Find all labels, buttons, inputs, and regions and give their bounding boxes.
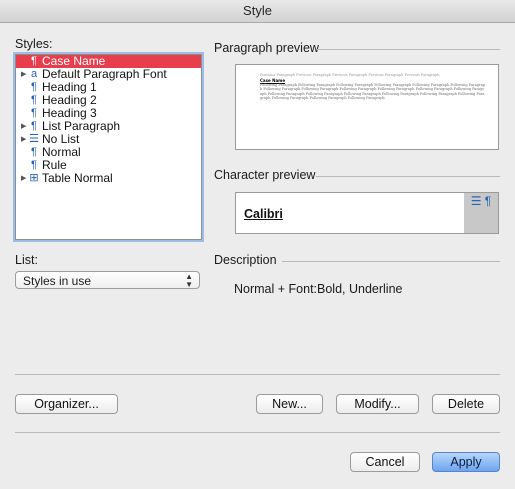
disclosure-triangle-icon[interactable]: ▶ xyxy=(21,120,28,133)
divider xyxy=(317,49,500,50)
paragraph-icon: ¶ xyxy=(31,94,37,106)
disclosure-triangle-icon[interactable]: ▶ xyxy=(21,68,28,81)
description-text: Normal + Font:Bold, Underline xyxy=(234,282,403,296)
table-style-icon: ⊞ xyxy=(29,172,39,184)
paragraph-icon: ¶ xyxy=(31,120,37,132)
character-preview-side-panel: ☰ ¶ xyxy=(464,193,498,233)
style-list-item-label: Normal xyxy=(42,145,81,159)
paragraph-preview-following-text: Following Paragraph Following Paragraph … xyxy=(260,82,486,101)
character-preview-sample: Calibri xyxy=(244,207,283,221)
paragraph-icon: ¶ xyxy=(31,146,37,158)
list-style-icon: ☰ xyxy=(29,133,39,145)
divider xyxy=(316,176,500,177)
style-list-item-label: Heading 2 xyxy=(42,93,97,107)
character-preview-box: Calibri ☰ ¶ xyxy=(235,192,499,234)
paragraph-icon: ¶ xyxy=(31,107,37,119)
divider xyxy=(15,374,500,375)
paragraph-preview-label: Paragraph preview xyxy=(214,41,319,55)
list-select-value: Styles in use xyxy=(23,274,92,288)
description-label: Description xyxy=(214,253,277,267)
window-title: Style xyxy=(243,3,272,18)
paragraph-preview-box: Previous Paragraph Previous Paragraph Pr… xyxy=(235,64,499,150)
style-list-item-label: Table Normal xyxy=(42,171,113,185)
style-list-item-label: Default Paragraph Font xyxy=(42,67,167,81)
new-style-button[interactable]: New... xyxy=(256,394,323,414)
delete-button[interactable]: Delete xyxy=(432,394,500,414)
paragraph-icon: ¶ xyxy=(31,81,37,93)
style-list-item[interactable]: ▶ ⊞ Table Normal xyxy=(16,172,201,185)
styles-label: Styles: xyxy=(15,37,53,51)
disclosure-triangle-icon[interactable]: ▶ xyxy=(21,172,28,185)
modify-button[interactable]: Modify... xyxy=(336,394,419,414)
list-select[interactable]: Styles in use ▲ ▼ xyxy=(15,271,200,289)
paragraph-icon: ¶ xyxy=(31,55,37,67)
updown-arrows-icon: ▲ ▼ xyxy=(185,272,193,289)
window-titlebar: Style xyxy=(0,0,515,23)
style-list-item-label: No List xyxy=(42,132,80,146)
styles-list[interactable]: ¶ Case Name ▶ a Default Paragraph Font ¶ Headi… xyxy=(15,54,202,240)
paragraph-icon: ¶ xyxy=(31,159,37,171)
style-list-item-label: Heading 3 xyxy=(42,106,97,120)
style-list-item-label: List Paragraph xyxy=(42,119,121,133)
style-list-item-label: Rule xyxy=(42,158,67,172)
divider xyxy=(15,432,500,433)
list-label: List: xyxy=(15,253,38,267)
style-list-item-label: Heading 1 xyxy=(42,80,97,94)
character-style-icon: a xyxy=(30,68,38,80)
divider xyxy=(282,261,500,262)
character-preview-label: Character preview xyxy=(214,168,316,182)
disclosure-triangle-icon[interactable]: ▶ xyxy=(21,133,28,146)
paragraph-icon: ☰ ¶ xyxy=(470,194,492,208)
style-list-item-label: Case Name xyxy=(42,54,106,68)
apply-button[interactable]: Apply xyxy=(432,452,500,472)
cancel-button[interactable]: Cancel xyxy=(350,452,420,472)
organizer-button[interactable]: Organizer... xyxy=(15,394,118,414)
